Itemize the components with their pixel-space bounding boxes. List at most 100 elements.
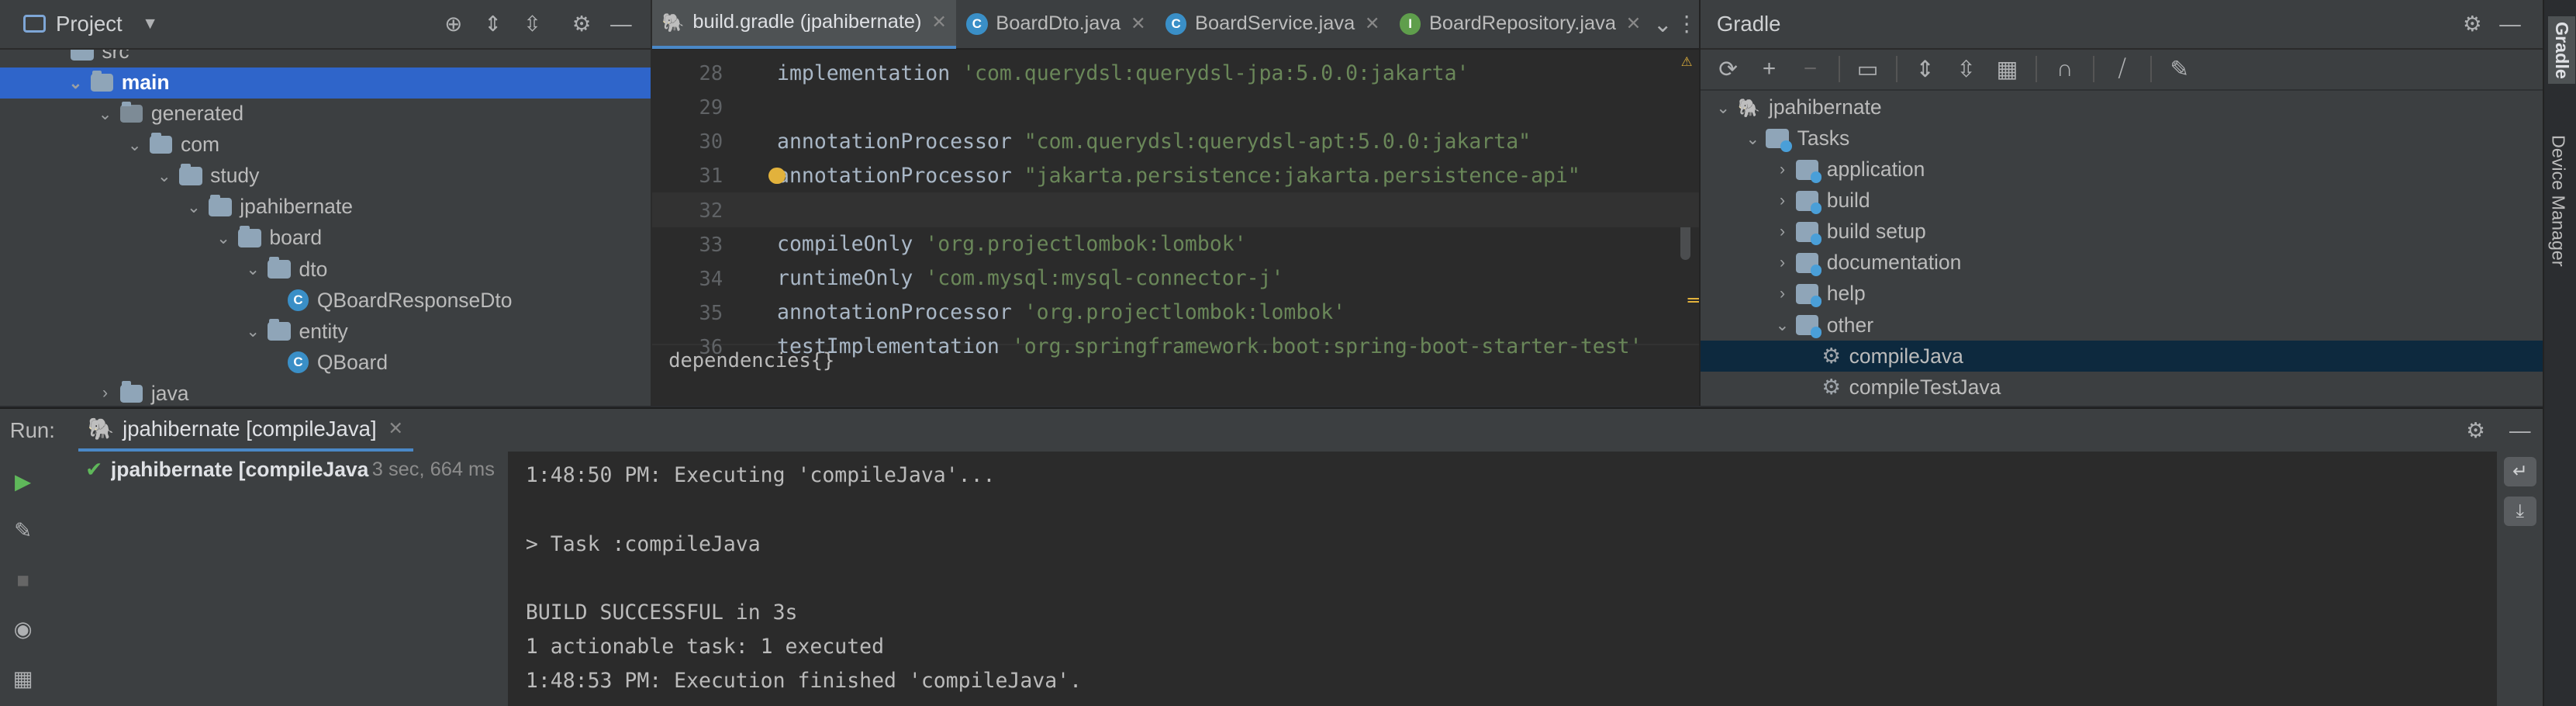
chevron-icon[interactable]: ⌄: [1773, 315, 1792, 335]
tab-2[interactable]: C BoardService.java ✕: [1155, 0, 1390, 49]
code-text: compileOnly 'org.projectlombok:lombok': [731, 232, 1247, 256]
chevron-icon[interactable]: ›: [1773, 223, 1792, 241]
bulb-icon[interactable]: [768, 167, 786, 185]
remove-icon[interactable]: −: [1792, 51, 1828, 88]
chevron-icon[interactable]: ⌄: [95, 104, 115, 124]
chevron-down-icon[interactable]: ▼: [142, 15, 158, 33]
chevron-icon[interactable]: ⌄: [1714, 98, 1733, 118]
tree-row-11[interactable]: › java: [0, 378, 651, 406]
chevron-icon[interactable]: ›: [1773, 285, 1792, 303]
collapse-all-icon[interactable]: ⇳: [513, 12, 552, 36]
code-area[interactable]: ⚠ ═ dependencies{} 28 implementation 'com…: [652, 50, 1699, 375]
wrench-icon[interactable]: ✎: [2161, 51, 2198, 88]
tree-row-4[interactable]: ⌄ study: [0, 161, 651, 192]
tree-row-10[interactable]: C QBoard: [0, 347, 651, 378]
tree-row-1[interactable]: ⌄ main: [0, 67, 651, 99]
tree-row-8[interactable]: C QBoardResponseDto: [0, 285, 651, 316]
tree-row-7[interactable]: ⌄ dto: [0, 254, 651, 285]
project-title[interactable]: Project: [56, 12, 123, 36]
offline-mode-icon[interactable]: ∩: [2046, 51, 2083, 88]
tree-row-6[interactable]: ⌄ board: [0, 223, 651, 254]
tree-label: generated: [150, 102, 244, 126]
tab-0[interactable]: 🐘 build.gradle (jpahibernate) ✕: [652, 0, 957, 49]
hide-icon[interactable]: —: [2497, 418, 2543, 443]
folder-icon: [238, 226, 261, 247]
tree-row-9[interactable]: ⌄ entity: [0, 316, 651, 347]
chevron-icon[interactable]: ›: [1773, 192, 1792, 210]
run-tab[interactable]: 🐘 jpahibernate [compileJava] ✕: [78, 409, 413, 452]
code-keyword: annotationProcessor: [777, 129, 1024, 154]
chevron-icon[interactable]: ⌄: [125, 135, 144, 155]
gradle-row-3[interactable]: › build: [1701, 185, 2543, 216]
hide-icon[interactable]: —: [2494, 12, 2526, 36]
chevron-icon[interactable]: ›: [1773, 254, 1792, 272]
soft-wrap-icon[interactable]: ↵: [2503, 456, 2536, 486]
chevron-icon[interactable]: ›: [95, 384, 115, 403]
add-icon[interactable]: +: [1751, 51, 1787, 88]
eye-icon[interactable]: ◉: [6, 613, 39, 645]
gradle-row-1[interactable]: ⌄ Tasks: [1701, 123, 2543, 154]
run-header: Run: 🐘 jpahibernate [compileJava] ✕ ⚙ —: [0, 409, 2543, 452]
tree-label: jpahibernate: [1768, 95, 1882, 119]
gear-icon[interactable]: ⚙: [558, 12, 604, 36]
gear-icon[interactable]: ⚙: [2454, 418, 2497, 443]
editor-panel: 🐘 build.gradle (jpahibernate) ✕ C BoardDto.j…: [652, 0, 1701, 407]
reload-icon[interactable]: ⟳: [1710, 51, 1746, 88]
group-modules-icon[interactable]: ▦: [1989, 51, 2025, 88]
gradle-row-0[interactable]: ⌄ 🐘 jpahibernate: [1701, 92, 2543, 123]
chevron-icon[interactable]: ⌄: [213, 228, 233, 248]
gear-icon[interactable]: ⚙: [2451, 12, 2494, 36]
close-icon[interactable]: ✕: [1131, 13, 1146, 34]
expand-all-icon[interactable]: ⇕: [1907, 51, 1943, 88]
close-icon[interactable]: ✕: [931, 12, 947, 33]
console-line: 1:48:53 PM: Execution finished 'compileJ…: [525, 668, 1083, 693]
execute-task-icon[interactable]: ▭: [1849, 51, 1886, 88]
collapse-all-icon[interactable]: ⇳: [1948, 51, 1984, 88]
toggle-skip-tests-icon[interactable]: ⧸: [2104, 51, 2140, 88]
gradle-row-4[interactable]: › build setup: [1701, 216, 2543, 247]
tree-label: jpahibernate: [240, 195, 353, 219]
gradle-row-5[interactable]: › documentation: [1701, 247, 2543, 279]
tab-label: BoardDto.java: [996, 12, 1121, 35]
stop-icon[interactable]: ■: [6, 563, 39, 596]
gradle-side-tab[interactable]: Gradle: [2547, 16, 2576, 84]
console-output[interactable]: 1:48:50 PM: Executing 'compileJava'... > …: [509, 452, 2498, 706]
tree-row-2[interactable]: ⌄ generated: [0, 99, 651, 130]
gradle-elephant-icon: 🐘: [88, 417, 115, 441]
rerun-icon[interactable]: ▶: [6, 465, 39, 497]
tree-row-5[interactable]: ⌄ jpahibernate: [0, 192, 651, 223]
console-line: 1:48:50 PM: Executing 'compileJava'...: [525, 463, 996, 488]
close-icon[interactable]: ✕: [1365, 13, 1380, 34]
tree-row-0[interactable]: src: [0, 49, 651, 67]
hide-icon[interactable]: —: [605, 12, 637, 36]
console-line: 1 actionable task: 1 executed: [525, 634, 885, 659]
chevron-icon[interactable]: ›: [1773, 161, 1792, 179]
run-toolbar: ▶ ✎ ■ ◉ ▦: [0, 452, 47, 706]
expand-all-icon[interactable]: ⇕: [473, 12, 513, 36]
chevron-icon[interactable]: ⌄: [66, 73, 85, 93]
tab-3[interactable]: I BoardRepository.java ✕: [1390, 0, 1651, 49]
chevron-icon[interactable]: ⌄: [243, 321, 263, 341]
scroll-to-end-icon[interactable]: ⤓: [2503, 496, 2536, 526]
chevron-icon[interactable]: ⌄: [243, 259, 263, 279]
locate-icon[interactable]: ⊕: [433, 12, 473, 36]
device-manager-side-tab[interactable]: Device Manager: [2548, 135, 2569, 267]
gradle-row-8[interactable]: ⚙ compileJava: [1700, 340, 2543, 372]
chevron-icon[interactable]: ⌄: [154, 166, 174, 186]
chevron-icon[interactable]: ⌄: [184, 197, 203, 217]
close-icon[interactable]: ✕: [388, 418, 403, 439]
code-string: "com.querydsl:querydsl-apt:5.0.0:jakarta…: [1024, 129, 1531, 154]
gradle-row-9[interactable]: ⚙ compileTestJava: [1701, 372, 2543, 403]
gradle-row-6[interactable]: › help: [1701, 279, 2543, 310]
chevron-icon[interactable]: ⌄: [1743, 129, 1763, 149]
run-tree-item[interactable]: ✔ jpahibernate [compileJava 3 sec, 664 m…: [46, 454, 507, 486]
layout-icon[interactable]: ▦: [6, 663, 39, 695]
more-icon[interactable]: ⋮: [1675, 12, 1699, 36]
tree-row-3[interactable]: ⌄ com: [0, 130, 651, 161]
wrench-icon[interactable]: ✎: [6, 514, 39, 547]
tab-1[interactable]: C BoardDto.java ✕: [956, 0, 1155, 49]
chevron-down-icon[interactable]: ⌄: [1651, 10, 1675, 38]
close-icon[interactable]: ✕: [1626, 13, 1642, 34]
gradle-row-2[interactable]: › application: [1701, 154, 2543, 185]
gradle-row-7[interactable]: ⌄ other: [1701, 310, 2543, 341]
